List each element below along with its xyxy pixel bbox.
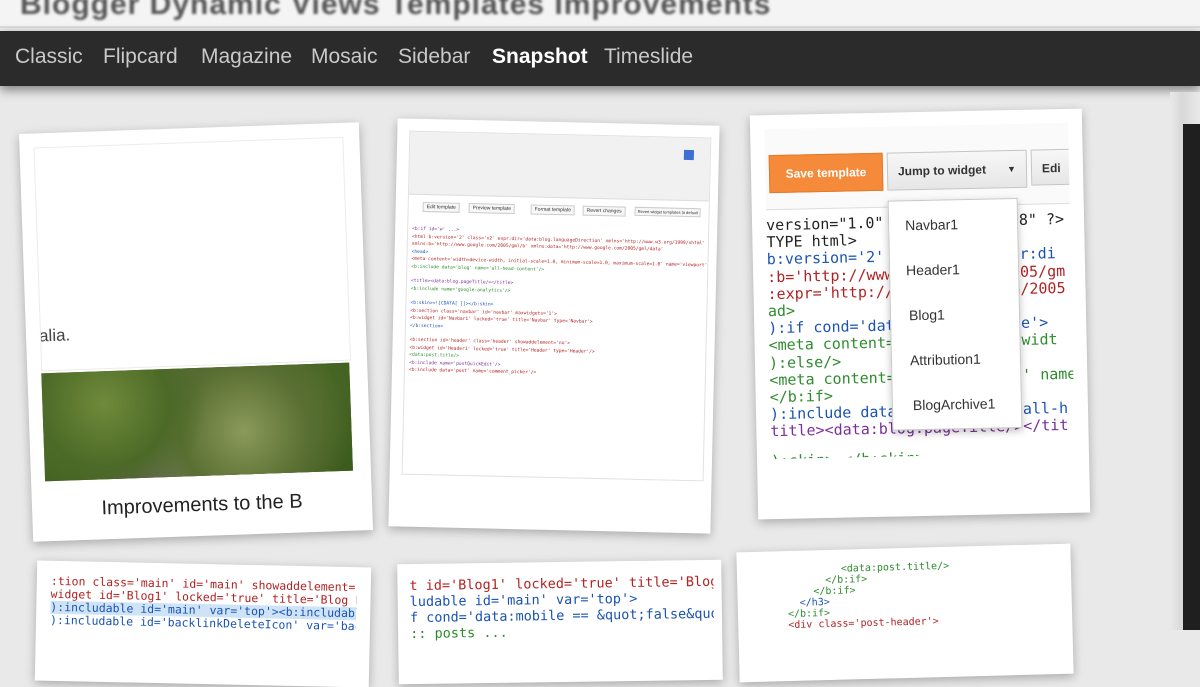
- nav-timeslide[interactable]: Timeslide: [604, 45, 693, 69]
- view-switcher-bar: Classic Flipcard Magazine Mosaic Sidebar…: [0, 31, 1200, 86]
- jump-to-widget-dropdown: Navbar1 Header1 Blog1 Attribution1 BlogA…: [887, 197, 1023, 431]
- jump-to-widget-button[interactable]: Jump to widget ▼: [886, 149, 1028, 191]
- card-2-btn-edit[interactable]: Edit template: [422, 201, 460, 213]
- nav-sidebar[interactable]: Sidebar: [398, 45, 470, 69]
- nav-snapshot[interactable]: Snapshot: [492, 45, 588, 69]
- card-3-toolbar: Save template Jump to widget ▼ Edi: [764, 122, 1075, 211]
- save-template-button[interactable]: Save template: [768, 152, 884, 194]
- card-1-preview: alia.: [33, 136, 352, 372]
- snapshot-card-2[interactable]: Edit template Preview template Format te…: [388, 118, 720, 534]
- card-5-code-area: t id='Blog1' locked='true' title='Blog P…: [409, 574, 714, 678]
- scrollbar-thumb[interactable]: [1183, 124, 1200, 630]
- nav-mosaic[interactable]: Mosaic: [311, 45, 378, 69]
- dropdown-item-attribution1[interactable]: Attribution1: [892, 350, 1038, 369]
- card-1-title[interactable]: Improvements to the B: [32, 488, 373, 523]
- dropdown-item-blogarchive1[interactable]: BlogArchive1: [893, 394, 1041, 413]
- nav-classic[interactable]: Classic: [15, 45, 83, 69]
- card-2-code-area: <b:if id='w' ...> <html b:version='2' cl…: [407, 226, 711, 473]
- card-1-snippet: alia.: [38, 325, 71, 346]
- snapshot-card-1[interactable]: alia. Improvements to the B: [18, 122, 374, 542]
- snapshot-card-6[interactable]: <data:post.title/> </b:if> </b:if> </h3>…: [736, 543, 1074, 683]
- edit-button[interactable]: Edi: [1030, 148, 1075, 186]
- blog-title: Blogger Dynamic Views Templates Improvem…: [20, 0, 772, 21]
- card-2-avatar: [683, 149, 695, 161]
- jump-to-widget-label: Jump to widget: [897, 162, 987, 179]
- snapshot-card-4[interactable]: :tion class='main' id='main' showaddelem…: [34, 560, 372, 687]
- card-6-code-area: <data:post.title/> </b:if> </b:if> </h3>…: [753, 558, 1060, 676]
- page-header: Blogger Dynamic Views Templates Improvem…: [0, 0, 1200, 28]
- snapshot-card-5[interactable]: t id='Blog1' locked='true' title='Blog P…: [397, 559, 723, 685]
- card-3-editor-screenshot: Save template Jump to widget ▼ Edi versi…: [764, 122, 1075, 460]
- nav-magazine[interactable]: Magazine: [201, 45, 292, 69]
- chevron-down-icon: ▼: [1006, 163, 1017, 175]
- card-2-btn-format[interactable]: Format template: [530, 204, 576, 216]
- dropdown-item-navbar1[interactable]: Navbar1: [889, 215, 1033, 234]
- card-4-code-area: :tion class='main' id='main' showaddelem…: [49, 575, 357, 681]
- card-2-btn-revert-widgets[interactable]: Revert widget templates to default: [634, 206, 702, 218]
- header-divider: [0, 26, 1200, 28]
- dropdown-item-header1[interactable]: Header1: [890, 260, 1034, 279]
- card-1-landscape-photo: [41, 362, 353, 482]
- snapshot-card-3[interactable]: Save template Jump to widget ▼ Edi versi…: [749, 108, 1091, 520]
- code-line: :: posts ...: [410, 624, 508, 643]
- card-2-btn-preview[interactable]: Preview template: [468, 203, 516, 215]
- card-2-toolbar: Edit template Preview template Format te…: [412, 201, 708, 223]
- card-2-top-bar: [408, 131, 711, 202]
- card-2-btn-revert[interactable]: Revert changes: [582, 205, 626, 217]
- dropdown-item-blog1[interactable]: Blog1: [891, 305, 1037, 324]
- nav-flipcard[interactable]: Flipcard: [103, 45, 178, 69]
- card-2-editor-screenshot: Edit template Preview template Format te…: [401, 130, 712, 482]
